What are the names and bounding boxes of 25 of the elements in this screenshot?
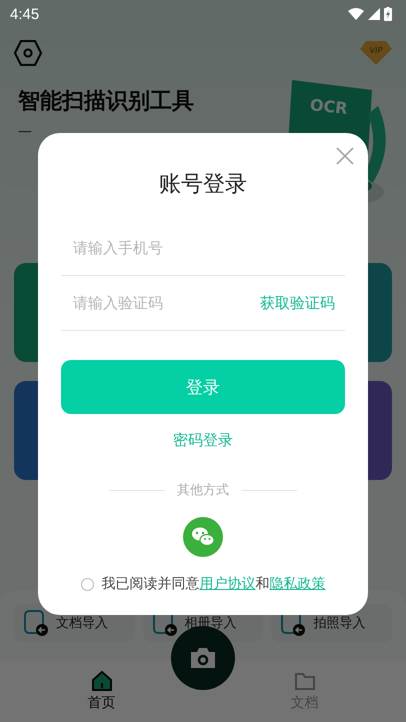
- wifi-icon: [348, 8, 364, 20]
- status-time: 4:45: [10, 6, 40, 22]
- password-login-link[interactable]: 密码登录: [167, 430, 239, 451]
- agreement-text: 我已阅读并同意用户协议和隐私政策: [102, 575, 326, 593]
- home-icon: [90, 670, 112, 692]
- battery-icon: [384, 7, 392, 21]
- agree-radio[interactable]: [80, 578, 94, 590]
- privacy-link[interactable]: 隐私政策: [270, 576, 326, 592]
- headline: 智能扫描识别工具: [18, 88, 194, 116]
- folder-icon: [294, 670, 316, 692]
- close-icon[interactable]: [336, 147, 354, 165]
- camera-icon: [189, 646, 217, 670]
- phone-field[interactable]: 请输入手机号: [61, 239, 345, 257]
- divider-label: 其他方式: [177, 482, 229, 499]
- settings-icon[interactable]: [14, 40, 42, 66]
- nav-tab[interactable]: 首页: [82, 669, 122, 713]
- dialog-title: 账号登录: [159, 171, 247, 199]
- chat-login-button[interactable]: [183, 517, 223, 557]
- signal-icon: [368, 8, 380, 20]
- terms-link[interactable]: 用户协议: [200, 576, 256, 592]
- code-field[interactable]: 请输入验证码: [61, 294, 250, 312]
- get-code-link[interactable]: 获取验证码: [250, 294, 345, 312]
- login-button[interactable]: 登录: [61, 360, 345, 414]
- import-icon: [24, 610, 48, 636]
- subtitle: 一: [18, 124, 32, 142]
